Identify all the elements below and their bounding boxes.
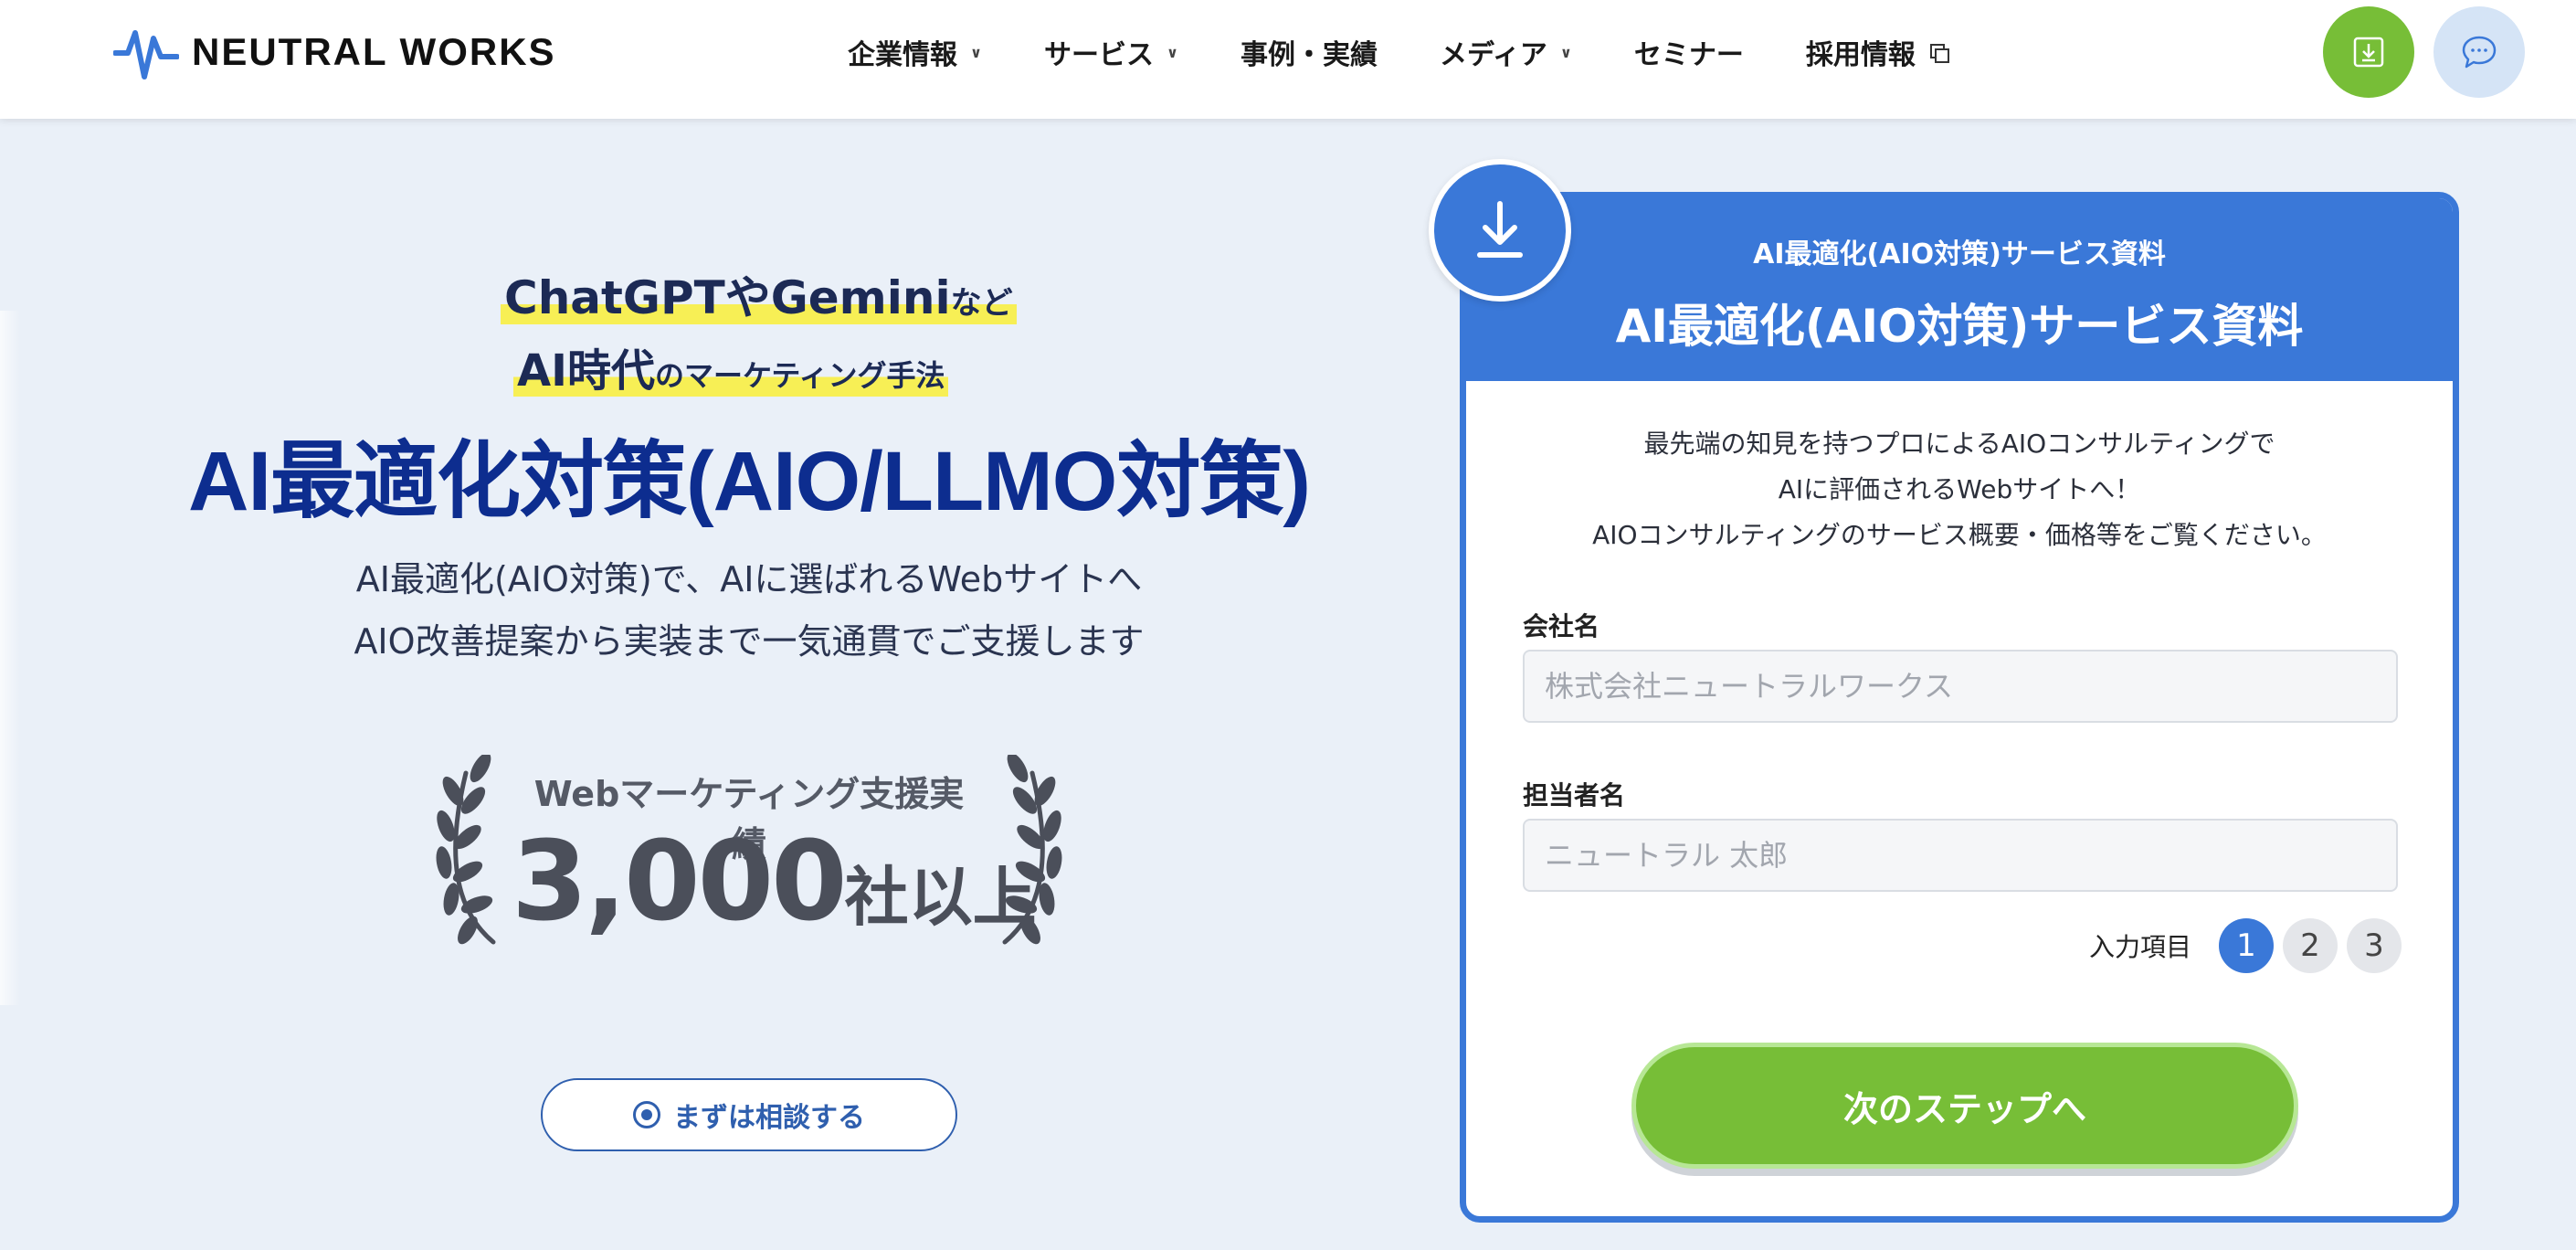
chat-bubble-icon <box>2462 36 2497 69</box>
award-number: 3,000 <box>512 819 848 946</box>
next-step-button[interactable]: 次のステップへ <box>1631 1043 2298 1169</box>
company-label: 会社名 <box>1523 611 1600 641</box>
nav-label: メディア <box>1440 39 1547 71</box>
download-badge <box>1429 159 1571 302</box>
form-header-title: AI最適化(AIO対策)サービス資料 <box>1615 300 2304 353</box>
next-step-label: 次のステップへ <box>1842 1088 2086 1129</box>
hero-subtitle-line-1: AI最適化(AIO対策)で、AIに選ばれるWebサイトへ <box>355 559 1143 599</box>
person-label: 担当者名 <box>1523 780 1626 810</box>
form-intro-line-2: AIに評価されるWebサイトへ！ <box>1778 474 2141 504</box>
tagline-highlight: ChatGPTやGeminiなど <box>501 271 1017 324</box>
header-download-button[interactable] <box>2323 6 2414 98</box>
nav-item-recruit[interactable]: 採用情報 <box>1805 32 1949 72</box>
hero-subtitle-line-2: AIO改善提案から実装まで一気通貫でご支援します <box>354 621 1145 662</box>
person-name-field[interactable] <box>1523 819 2398 892</box>
tagline-main: AI時代 <box>517 345 656 397</box>
radio-dot-icon <box>633 1101 660 1128</box>
nav-label: サービス <box>1044 39 1154 71</box>
step-1: 1 <box>2219 918 2274 973</box>
document-request-form: AI最適化(AIO対策)サービス資料 AI最適化(AIO対策)サービス資料 最先… <box>1460 192 2459 1223</box>
download-icon <box>2353 37 2384 68</box>
page-edge-shade <box>0 311 20 1005</box>
tagline-highlight: AI時代のマーケティング手法 <box>513 345 949 397</box>
hero-subtitle: AI最適化(AIO対策)で、AIに選ばれるWebサイトへ AIO改善提案から実装… <box>256 548 1242 673</box>
form-intro: 最先端の知見を持つプロによるAIOコンサルティングで AIに評価されるWebサイ… <box>1466 421 2453 558</box>
site-header: NEUTRAL WORKS 企業情報 ∨ サービス ∨ 事例・実績 メディア ∨… <box>0 0 2576 119</box>
form-intro-line-3: AIOコンサルティングのサービス概要・価格等をご覧ください。 <box>1592 520 2327 550</box>
logo-text: NEUTRAL WORKS <box>192 30 556 73</box>
form-intro-line-1: 最先端の知見を持つプロによるAIOコンサルティングで <box>1643 429 2275 459</box>
form-header: AI最適化(AIO対策)サービス資料 AI最適化(AIO対策)サービス資料 <box>1466 198 2453 381</box>
logo[interactable]: NEUTRAL WORKS <box>113 20 556 84</box>
tagline-small: など <box>950 285 1013 322</box>
nav-label: セミナー <box>1633 39 1744 71</box>
company-name-field[interactable] <box>1523 650 2398 723</box>
step-2: 2 <box>2283 918 2338 973</box>
laurel-left-icon <box>436 755 496 945</box>
chevron-down-icon: ∨ <box>1167 43 1178 61</box>
external-link-icon <box>1929 44 1949 63</box>
logo-wave-icon <box>113 30 179 79</box>
step-indicator: 入力項目 1 2 3 <box>2089 918 2402 973</box>
consult-button[interactable]: まずは相談する <box>541 1078 957 1151</box>
main-nav: 企業情報 ∨ サービス ∨ 事例・実績 メディア ∨ セミナー 採用情報 <box>848 27 1949 77</box>
hero-tagline-2: AI時代のマーケティング手法 <box>513 334 949 398</box>
nav-item-company[interactable]: 企業情報 ∨ <box>848 32 982 72</box>
chevron-down-icon: ∨ <box>970 43 982 61</box>
hero-tagline-1: ChatGPTやGeminiなど <box>501 261 1017 327</box>
consult-button-label: まずは相談する <box>673 1102 865 1134</box>
nav-item-services[interactable]: サービス ∨ <box>1044 32 1178 72</box>
nav-label: 企業情報 <box>848 39 957 71</box>
nav-item-media[interactable]: メディア ∨ <box>1440 32 1572 72</box>
step-3: 3 <box>2347 918 2402 973</box>
nav-label: 事例・実績 <box>1240 39 1378 71</box>
chevron-down-icon: ∨ <box>1559 43 1572 61</box>
award-badge: Webマーケティング支援実績 3,000社以上 <box>429 755 1069 956</box>
header-chat-button[interactable] <box>2433 6 2525 98</box>
laurel-right-icon <box>1002 755 1062 945</box>
tagline-small: のマーケティング手法 <box>655 358 945 393</box>
tagline-main: ChatGPTやGemini <box>504 271 951 324</box>
nav-item-cases[interactable]: 事例・実績 <box>1240 32 1378 72</box>
award-value: 3,000社以上 <box>512 819 1037 946</box>
download-arrow-icon <box>1477 201 1523 258</box>
steps-label: 入力項目 <box>2088 932 2191 962</box>
nav-item-seminar[interactable]: セミナー <box>1634 32 1744 72</box>
form-header-subtitle: AI最適化(AIO対策)サービス資料 <box>1753 238 2166 270</box>
nav-label: 採用情報 <box>1805 39 1916 71</box>
hero-title: AI最適化対策(AIO/LLMO対策) <box>188 435 1311 528</box>
